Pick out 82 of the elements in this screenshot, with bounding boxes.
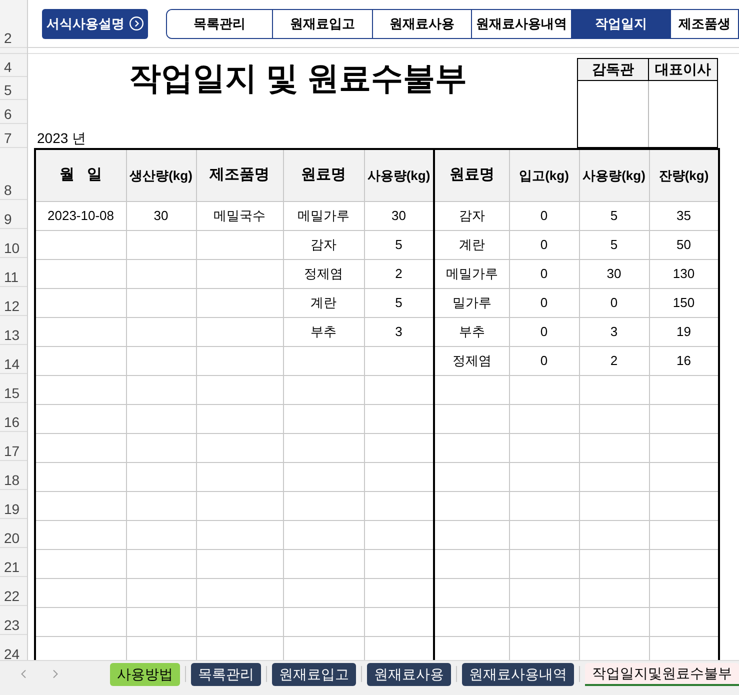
row-number: 7 — [4, 129, 12, 147]
row-number: 4 — [4, 58, 12, 76]
row-number: 8 — [4, 181, 12, 199]
row-number: 5 — [4, 81, 12, 99]
table-cell: 130 — [672, 266, 695, 280]
table-cell: 부추 — [458, 324, 485, 338]
column-header: 입고(kg) — [509, 149, 579, 201]
column-header: 사용량(kg) — [579, 149, 649, 201]
table-cell: 계란 — [458, 236, 485, 252]
row-number: 11 — [4, 268, 19, 286]
row-number: 13 — [4, 326, 20, 344]
table-cell: 부추 — [310, 324, 336, 338]
table-cell: 30 — [606, 266, 622, 280]
table-cell: 0 — [540, 324, 548, 338]
sheet-tab[interactable]: 원재료사용 — [367, 662, 451, 686]
row-number: 24 — [4, 645, 20, 660]
table-cell: 메밀국수 — [214, 208, 266, 222]
table-cell: 3 — [610, 324, 618, 338]
row-number: 20 — [4, 529, 20, 547]
table-cell: 3 — [395, 324, 402, 338]
sheet-title: 작업일지 및 원료수불부 — [128, 59, 467, 98]
table-cell: 5 — [395, 294, 402, 310]
row-number: 23 — [4, 616, 20, 634]
table-cell: 5 — [610, 236, 618, 252]
row-number: 17 — [4, 442, 20, 460]
table-cell: 0 — [540, 294, 548, 310]
row-number: 21 — [4, 558, 20, 576]
table-cell: 메밀가루 — [446, 266, 498, 280]
table-cell: 정제염 — [304, 266, 343, 280]
approval-header: 대표이사 — [648, 59, 717, 81]
table-cell: 30 — [392, 208, 406, 222]
table-cell: 2023-10-08 — [48, 208, 114, 222]
table-cell: 2 — [610, 352, 618, 368]
table-cell: 0 — [540, 208, 548, 222]
table-cell: 2 — [395, 266, 402, 280]
table-cell: 메밀가루 — [298, 208, 350, 222]
approval-header: 감독관 — [578, 59, 648, 81]
row-number: 14 — [4, 355, 20, 373]
table-cell: 0 — [540, 266, 548, 280]
sheet-tab[interactable]: 작업일지및원료수불부 — [585, 662, 739, 686]
column-header: 원료명 — [283, 149, 364, 201]
guide-button[interactable]: 서식사용설명 — [42, 8, 148, 38]
sheet-tab[interactable]: 목록관리 — [191, 662, 261, 686]
table-cell: 감자 — [458, 208, 485, 222]
row-number: 2 — [4, 29, 12, 47]
table-cell: 30 — [154, 208, 168, 222]
table-cell: 50 — [676, 236, 691, 252]
table-cell: 밀가루 — [452, 294, 492, 310]
table-cell: 정제염 — [452, 352, 492, 368]
sheet-tab[interactable]: 사용방법 — [110, 662, 180, 686]
row-number: 12 — [4, 297, 20, 315]
row-number: 16 — [4, 413, 20, 431]
table-cell: 5 — [395, 236, 402, 252]
row-number: 10 — [4, 239, 20, 257]
table-cell: 계란 — [310, 294, 336, 310]
row-number: 18 — [4, 471, 20, 489]
sheet-tab[interactable]: 원재료입고 — [272, 662, 356, 686]
column-header: 사용량(kg) — [364, 149, 434, 201]
year-label: 2023 년 — [37, 129, 86, 148]
table-cell: 150 — [672, 294, 695, 310]
table-cell: 19 — [676, 324, 691, 338]
column-header: 제조품명 — [196, 149, 283, 201]
row-number: 6 — [4, 105, 12, 123]
column-header: 생산량(kg) — [126, 149, 196, 201]
sheet-tab[interactable]: 원재료사용내역 — [462, 662, 574, 686]
chevron-circle-icon — [128, 16, 144, 31]
column-header: 월 일 — [35, 149, 126, 201]
table-cell: 0 — [610, 294, 618, 310]
table-cell: 5 — [610, 208, 618, 222]
table-cell: 0 — [540, 236, 548, 252]
table-cell: 감자 — [310, 236, 336, 252]
left-chevron-icon[interactable] — [21, 668, 27, 680]
table-cell: 16 — [676, 352, 691, 368]
row-number: 9 — [4, 210, 12, 228]
right-chevron-icon[interactable] — [52, 668, 58, 680]
table-cell: 0 — [540, 352, 548, 368]
column-header: 원료명 — [434, 149, 509, 201]
nav-tab[interactable]: 작업일지 — [571, 10, 670, 38]
row-number: 15 — [4, 384, 20, 402]
table-cell: 35 — [676, 208, 691, 222]
row-number: 19 — [4, 500, 20, 518]
row-number: 22 — [4, 587, 20, 605]
